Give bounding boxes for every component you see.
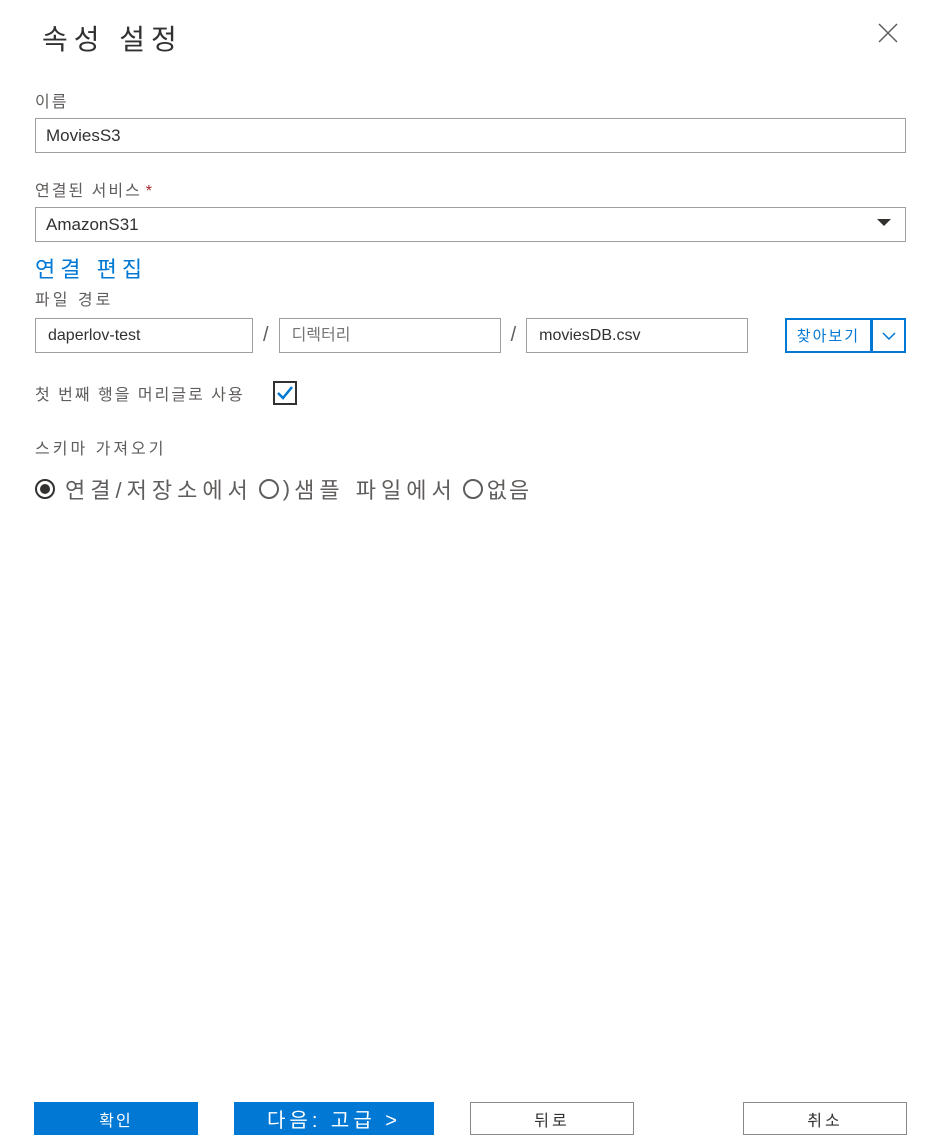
path-separator: / [263,324,269,347]
dialog-title: 속성 설정 [42,18,183,58]
schema-radio-none[interactable] [463,479,483,499]
chevron-down-icon [882,332,896,340]
close-button[interactable] [873,18,903,52]
name-input[interactable] [35,118,906,153]
schema-radio-none-label: 없음 [487,473,531,505]
back-button[interactable]: 뒤로 [470,1102,634,1135]
checkmark-icon [276,384,294,402]
next-button[interactable]: 다음: 고급 > [234,1102,434,1135]
file-path-label: 파일 경로 [35,286,906,310]
edit-connection-link[interactable]: 연결 편집 [35,252,147,284]
schema-radio-connection[interactable] [35,479,55,499]
path-directory-input[interactable] [279,318,501,353]
cancel-button[interactable]: 취소 [743,1102,907,1135]
name-label: 이름 [35,88,906,112]
import-schema-label: 스키마 가져오기 [35,435,906,459]
first-row-header-label: 첫 번째 행을 머리글로 사용 [35,381,245,405]
path-file-input[interactable] [526,318,748,353]
required-indicator: * [146,183,154,200]
schema-radio-connection-label: 연결/저장소에서 [65,473,253,505]
path-separator: / [511,324,517,347]
close-icon [877,22,899,44]
linked-service-select[interactable]: AmazonS31 [35,207,906,242]
browse-dropdown-button[interactable] [872,318,906,353]
linked-service-label: 연결된 서비스* [35,177,906,201]
paren-text: ) [283,476,290,502]
schema-radio-sample-label: 샘플 파일에서 [294,473,457,505]
first-row-header-checkbox[interactable] [273,381,297,405]
schema-radio-sample[interactable] [259,479,279,499]
browse-button[interactable]: 찾아보기 [785,318,872,353]
path-container-input[interactable] [35,318,253,353]
ok-button[interactable]: 확인 [34,1102,198,1135]
